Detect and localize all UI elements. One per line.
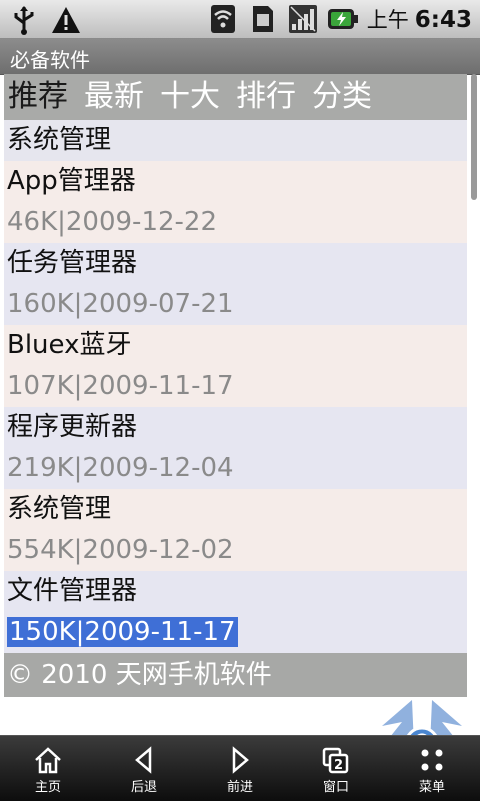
wifi-icon bbox=[207, 3, 239, 35]
usb-icon bbox=[8, 4, 40, 36]
menu-icon bbox=[421, 749, 443, 771]
app-name-link[interactable]: 程序更新器 bbox=[4, 407, 467, 448]
back-arrow-icon bbox=[135, 746, 152, 774]
forward-label: 前进 bbox=[226, 780, 253, 795]
status-bar: 上午 6:43 bbox=[0, 0, 480, 39]
app-meta-selected: 150K|2009-11-17 bbox=[4, 612, 467, 653]
clock: 上午 6:43 bbox=[367, 4, 472, 34]
scrollbar[interactable] bbox=[471, 74, 477, 200]
web-content: 推荐 最新 十大 排行 分类 系统管理 App管理器 46K|2009-12-2… bbox=[4, 74, 467, 697]
section-title: 系统管理 bbox=[4, 120, 467, 161]
forward-button[interactable]: 前进 bbox=[192, 736, 288, 801]
menu-label: 菜单 bbox=[418, 780, 445, 795]
tab-top-ten[interactable]: 十大 bbox=[160, 74, 220, 120]
app-meta: 554K|2009-12-02 bbox=[4, 530, 467, 571]
app-title-bar: 必备软件 bbox=[0, 39, 480, 75]
app-name-link[interactable]: Bluex蓝牙 bbox=[4, 325, 467, 366]
app-meta: 219K|2009-12-04 bbox=[4, 448, 467, 489]
tab-latest[interactable]: 最新 bbox=[84, 74, 144, 120]
windows-button[interactable]: 2 窗口 bbox=[288, 736, 384, 801]
selected-text: 150K|2009-11-17 bbox=[7, 617, 238, 647]
back-button[interactable]: 后退 bbox=[96, 736, 192, 801]
app-name-link[interactable]: App管理器 bbox=[4, 161, 467, 202]
warning-icon bbox=[50, 4, 82, 36]
list-item[interactable]: Bluex蓝牙 107K|2009-11-17 bbox=[4, 325, 467, 407]
home-label: 主页 bbox=[34, 780, 61, 795]
tab-categories[interactable]: 分类 bbox=[312, 74, 372, 120]
app-name-link[interactable]: 文件管理器 bbox=[4, 571, 467, 612]
app-name-link[interactable]: 系统管理 bbox=[4, 489, 467, 530]
home-button[interactable]: 主页 bbox=[0, 736, 96, 801]
home-icon bbox=[35, 747, 61, 774]
menu-button[interactable]: 菜单 bbox=[384, 736, 480, 801]
windows-count: 2 bbox=[334, 758, 343, 773]
app-meta: 107K|2009-11-17 bbox=[4, 366, 467, 407]
app-meta: 160K|2009-07-21 bbox=[4, 284, 467, 325]
windows-icon: 2 bbox=[322, 747, 349, 774]
clock-ampm: 上午 bbox=[366, 8, 409, 32]
category-tabs: 推荐 最新 十大 排行 分类 bbox=[4, 74, 467, 120]
tab-recommended[interactable]: 推荐 bbox=[8, 74, 68, 120]
back-label: 后退 bbox=[130, 780, 157, 795]
battery-charging-icon bbox=[327, 3, 359, 35]
list-item[interactable]: App管理器 46K|2009-12-22 bbox=[4, 161, 467, 243]
app-name-link[interactable]: 任务管理器 bbox=[4, 243, 467, 284]
list-item[interactable]: 文件管理器 150K|2009-11-17 bbox=[4, 571, 467, 653]
copyright-footer: © 2010 天网手机软件 bbox=[4, 653, 467, 697]
page-title: 必备软件 bbox=[10, 48, 90, 72]
forward-arrow-icon bbox=[232, 746, 249, 774]
clock-time: 6:43 bbox=[414, 7, 472, 33]
app-meta: 46K|2009-12-22 bbox=[4, 202, 467, 243]
browser-toolbar: 主页 后退 前进 2 窗口 菜单 bbox=[0, 735, 480, 801]
list-item[interactable]: 程序更新器 219K|2009-12-04 bbox=[4, 407, 467, 489]
tab-ranking[interactable]: 排行 bbox=[236, 74, 296, 120]
windows-label: 窗口 bbox=[322, 780, 349, 795]
signal-icon bbox=[287, 3, 319, 35]
sim-icon bbox=[247, 3, 279, 35]
list-item[interactable]: 任务管理器 160K|2009-07-21 bbox=[4, 243, 467, 325]
list-item[interactable]: 系统管理 554K|2009-12-02 bbox=[4, 489, 467, 571]
